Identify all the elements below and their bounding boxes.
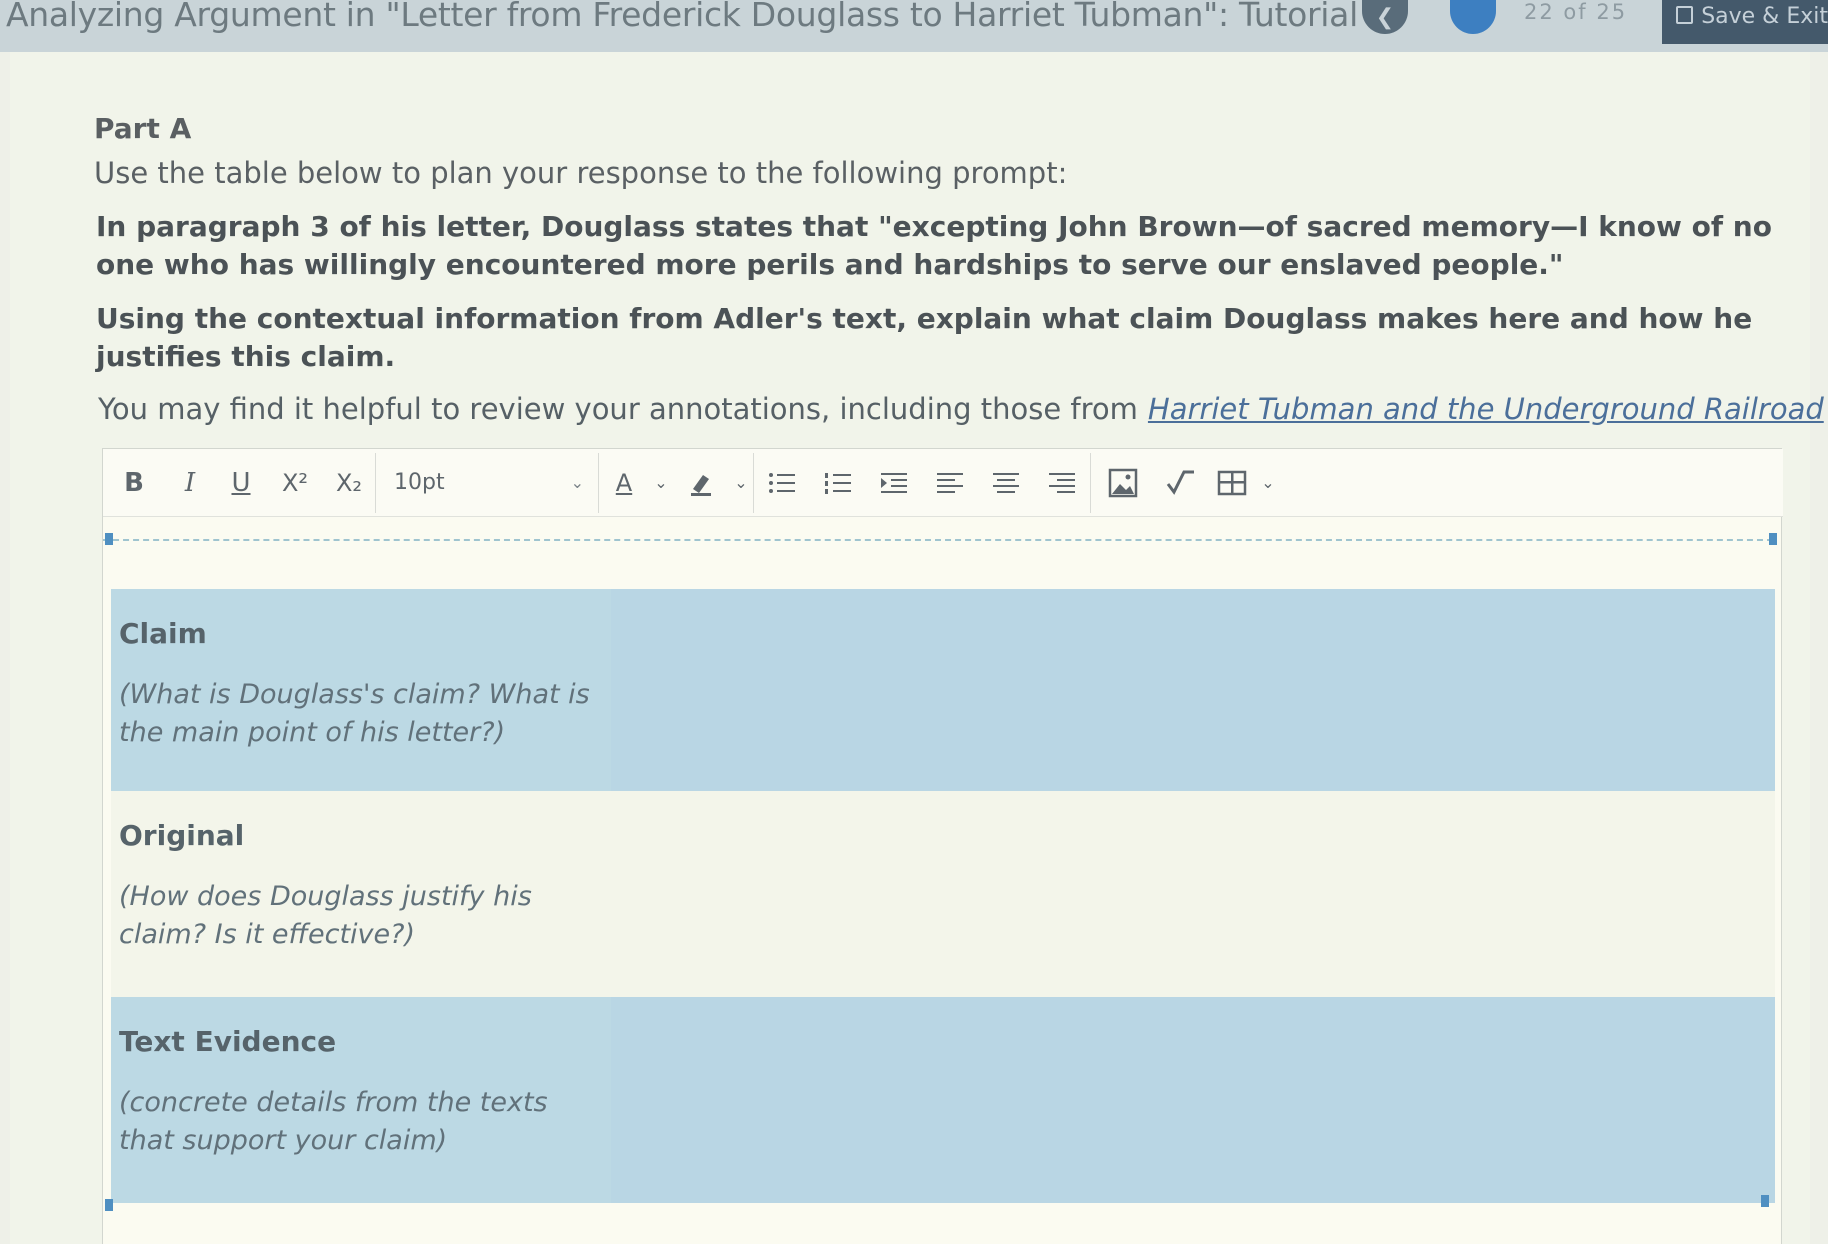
subscript-icon[interactable]: X₂ bbox=[323, 463, 375, 503]
original-answer-cell[interactable] bbox=[611, 791, 1775, 997]
chevron-down-icon[interactable]: ⌄ bbox=[729, 463, 753, 503]
image-icon[interactable] bbox=[1091, 463, 1155, 503]
table-row: Claim (What is Douglass's claim? What is… bbox=[111, 589, 1775, 791]
row-guidance: (What is Douglass's claim? What is the m… bbox=[119, 679, 590, 748]
table-row: Original (How does Douglass justify his … bbox=[111, 791, 1775, 997]
chevron-down-icon[interactable]: ⌄ bbox=[649, 463, 673, 503]
align-center-icon[interactable] bbox=[978, 463, 1034, 503]
equation-icon[interactable] bbox=[1155, 463, 1207, 503]
row-guidance: (How does Douglass justify his claim? Is… bbox=[119, 881, 532, 950]
evidence-answer-cell[interactable] bbox=[611, 997, 1775, 1203]
save-exit-label: Save & Exit bbox=[1701, 4, 1828, 29]
superscript-icon[interactable]: X² bbox=[267, 463, 323, 503]
row-guidance: (concrete details from the texts that su… bbox=[119, 1087, 548, 1156]
row-heading: Text Evidence bbox=[119, 1025, 337, 1058]
bullet-list-icon[interactable] bbox=[754, 463, 810, 503]
bold-icon[interactable]: B bbox=[103, 463, 165, 503]
resize-handle[interactable] bbox=[105, 1199, 113, 1211]
content-panel: Part A Use the table below to plan your … bbox=[10, 52, 1824, 1244]
row-heading: Claim bbox=[119, 617, 207, 650]
table-icon[interactable] bbox=[1207, 463, 1257, 503]
save-icon bbox=[1676, 6, 1694, 24]
table-selection-border bbox=[103, 539, 1773, 541]
prompt-task: Using the contextual information from Ad… bbox=[96, 302, 1753, 373]
font-color-icon[interactable]: A bbox=[599, 463, 649, 503]
indent-icon[interactable] bbox=[866, 463, 922, 503]
prompt-quote: In paragraph 3 of his letter, Douglass s… bbox=[96, 210, 1772, 281]
hint-lead: You may find it helpful to review your a… bbox=[98, 392, 1138, 426]
source-link[interactable]: Harriet Tubman and the Underground Railr… bbox=[1148, 392, 1824, 426]
highlight-icon[interactable] bbox=[673, 463, 729, 503]
rich-text-editor[interactable]: B I U X² X₂ 10pt ⌄ A ⌄ ⌄ ⌄ Claim (What i… bbox=[102, 448, 1783, 1244]
chevron-down-icon: ⌄ bbox=[570, 473, 584, 492]
page-current: 22 bbox=[1524, 0, 1555, 24]
page-counter: 22 of 25 bbox=[1524, 0, 1627, 26]
underline-icon[interactable]: U bbox=[215, 463, 267, 503]
italic-icon[interactable]: I bbox=[165, 463, 215, 503]
intro-text: Use the table below to plan your respons… bbox=[94, 156, 1068, 190]
top-bar: Analyzing Argument in "Letter from Frede… bbox=[0, 0, 1828, 52]
claim-answer-cell[interactable] bbox=[611, 589, 1775, 791]
font-size-select[interactable]: 10pt ⌄ bbox=[376, 463, 598, 503]
next-page-button[interactable] bbox=[1450, 0, 1496, 34]
claim-label-cell[interactable]: Claim (What is Douglass's claim? What is… bbox=[111, 589, 611, 791]
align-right-icon[interactable] bbox=[1034, 463, 1090, 503]
part-label: Part A bbox=[94, 112, 192, 145]
resize-handle[interactable] bbox=[1769, 533, 1777, 545]
page-of: of bbox=[1563, 0, 1588, 24]
align-left-icon[interactable] bbox=[922, 463, 978, 503]
row-heading: Original bbox=[119, 819, 245, 852]
hint-text: You may find it helpful to review your a… bbox=[98, 392, 1828, 426]
numbered-list-icon[interactable] bbox=[810, 463, 866, 503]
chevron-left-icon: ❮ bbox=[1375, 4, 1395, 30]
resize-handle[interactable] bbox=[1761, 1195, 1769, 1207]
page-total: 25 bbox=[1596, 0, 1628, 24]
save-exit-button[interactable]: Save & Exit bbox=[1662, 0, 1828, 44]
planning-table: Claim (What is Douglass's claim? What is… bbox=[111, 589, 1775, 1203]
font-size-value: 10pt bbox=[394, 470, 445, 495]
editor-toolbar: B I U X² X₂ 10pt ⌄ A ⌄ ⌄ ⌄ bbox=[103, 449, 1783, 517]
evidence-label-cell[interactable]: Text Evidence (concrete details from the… bbox=[111, 997, 611, 1203]
activity-title: Analyzing Argument in "Letter from Frede… bbox=[6, 0, 1358, 34]
previous-page-button[interactable]: ❮ bbox=[1362, 0, 1408, 34]
table-row: Text Evidence (concrete details from the… bbox=[111, 997, 1775, 1203]
chevron-down-icon[interactable]: ⌄ bbox=[1257, 463, 1279, 503]
original-label-cell[interactable]: Original (How does Douglass justify his … bbox=[111, 791, 611, 997]
resize-handle[interactable] bbox=[105, 533, 113, 545]
